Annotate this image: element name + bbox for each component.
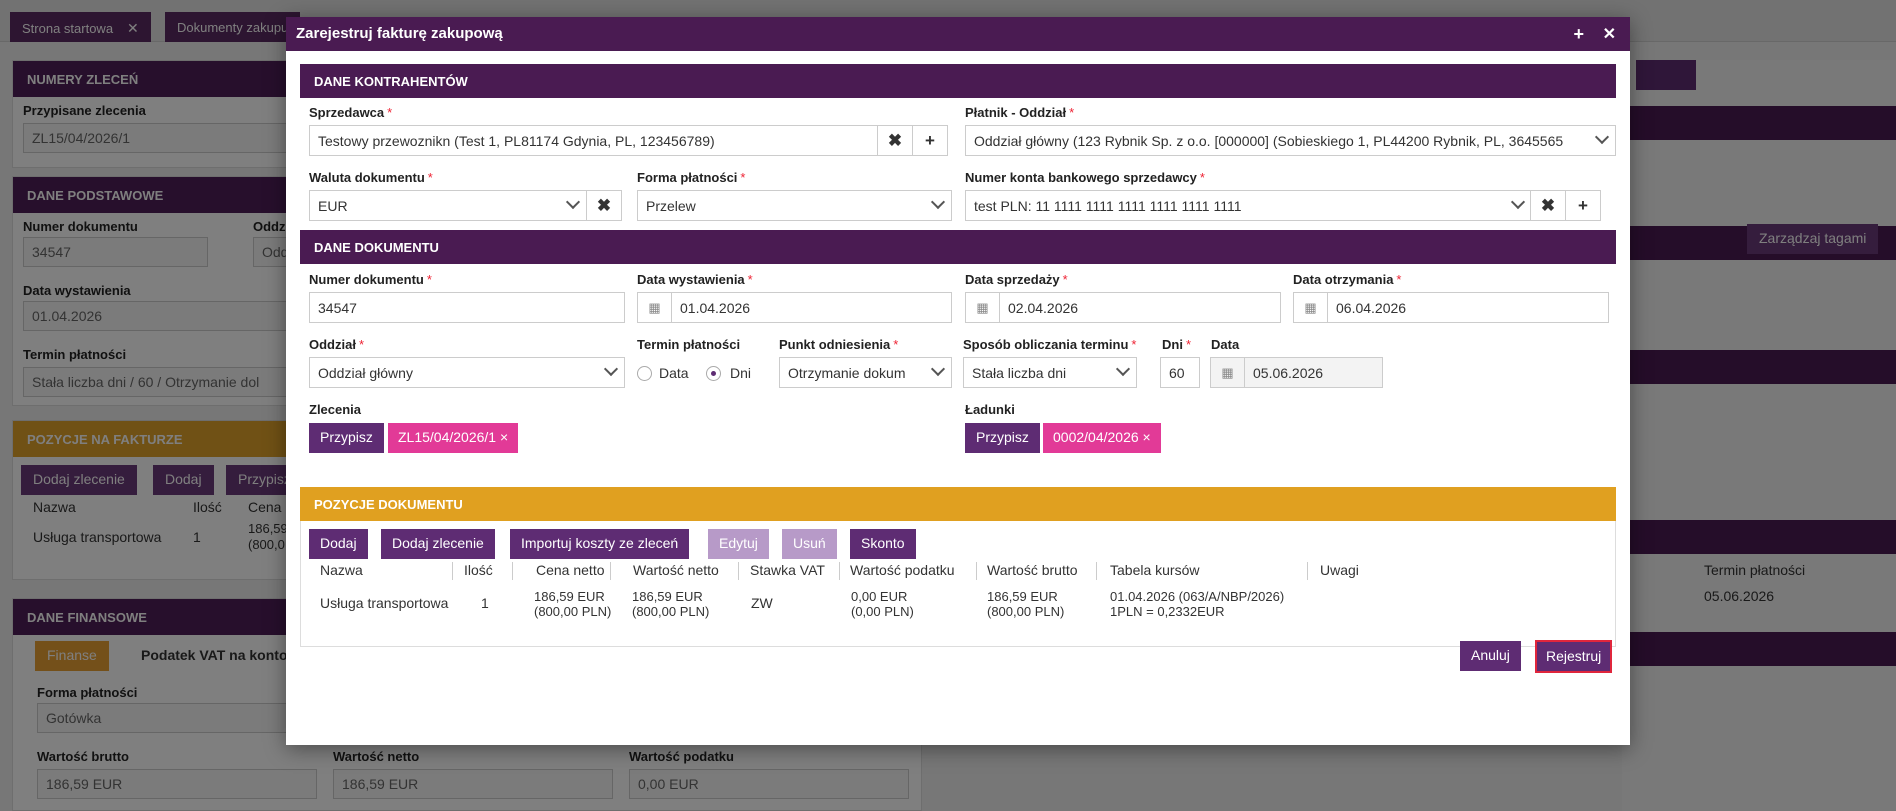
clear-waluta-button[interactable]: ✖	[586, 190, 622, 221]
section-dane-kontrahentow: DANE KONTRAHENTÓW	[300, 64, 1616, 98]
sposob-label: Sposób obliczania terminu *	[963, 337, 1137, 352]
numer-dokumentu-input[interactable]: 34547	[309, 292, 625, 323]
edytuj-button[interactable]: Edytuj	[708, 529, 769, 559]
chevron-down-icon	[1594, 129, 1610, 145]
data-sprzedazy-input[interactable]: ▦ 02.04.2026	[965, 292, 1281, 323]
numer-dokumentu-label: Numer dokumentu *	[309, 272, 432, 287]
radio-data[interactable]	[637, 366, 652, 381]
clear-konto-button[interactable]: ✖	[1530, 190, 1566, 221]
data-sprzedazy-label: Data sprzedaży *	[965, 272, 1068, 287]
col-header-cena-netto[interactable]: Cena netto	[536, 562, 605, 578]
data-otrzymania-input[interactable]: ▦ 06.04.2026	[1293, 292, 1609, 323]
konto-label: Numer konta bankowego sprzedawcy *	[965, 170, 1205, 185]
col-header-uwagi[interactable]: Uwagi	[1320, 562, 1359, 578]
calendar-icon[interactable]: ▦	[1294, 293, 1328, 322]
section-dane-dokumentu: DANE DOKUMENTU	[300, 230, 1616, 264]
add-sprzedawca-button[interactable]: +	[912, 125, 948, 156]
calendar-icon[interactable]: ▦	[638, 293, 672, 322]
sprzedawca-label: Sprzedawca *	[309, 105, 393, 120]
calendar-icon[interactable]: ▦	[966, 293, 1000, 322]
importuj-koszty-button[interactable]: Importuj koszty ze zleceń	[510, 529, 690, 559]
punkt-odniesienia-label: Punkt odniesienia *	[779, 337, 899, 352]
data-otrzymania-label: Data otrzymania *	[1293, 272, 1402, 287]
modal-title-bar: Zarejestruj fakturę zakupową + ✕	[286, 17, 1630, 51]
sprzedawca-field[interactable]: Testowy przewoznikn (Test 1, PL81174 Gdy…	[309, 125, 878, 156]
forma-platnosci-select[interactable]: Przelew	[637, 190, 952, 221]
chevron-down-icon	[565, 194, 581, 210]
przypisz-ladunek-button[interactable]: Przypisz	[965, 423, 1040, 453]
dodaj-zlecenie-button[interactable]: Dodaj zlecenie	[381, 529, 495, 559]
data-wystawienia-input[interactable]: ▦ 01.04.2026	[637, 292, 952, 323]
col-header-wartosc-netto[interactable]: Wartość netto	[633, 562, 719, 578]
col-header-stawka-vat[interactable]: Stawka VAT	[750, 562, 825, 578]
clear-sprzedawca-button[interactable]: ✖	[877, 125, 913, 156]
radio-dni[interactable]	[706, 366, 721, 381]
zlecenie-chip[interactable]: ZL15/04/2026/1 ×	[388, 423, 519, 453]
data-wystawienia-label: Data wystawienia *	[637, 272, 753, 287]
register-invoice-modal: Zarejestruj fakturę zakupową + ✕ DANE KO…	[286, 17, 1630, 745]
dni-input[interactable]: 60	[1160, 357, 1200, 388]
oddzial-label: Oddział *	[309, 337, 365, 352]
rejestruj-button[interactable]: Rejestruj	[1535, 640, 1613, 673]
termin-platnosci-label: Termin płatności	[637, 337, 741, 352]
konto-select[interactable]: test PLN: 11 1111 1111 1111 1111 1111 11…	[965, 190, 1532, 221]
skonto-button[interactable]: Skonto	[850, 529, 916, 559]
ladunki-label: Ładunki	[965, 402, 1015, 417]
waluta-select[interactable]: EUR	[309, 190, 587, 221]
sposob-select[interactable]: Stała liczba dni	[963, 357, 1137, 388]
punkt-odniesienia-select[interactable]: Otrzymanie dokum	[779, 357, 952, 388]
zlecenia-label: Zlecenia	[309, 402, 362, 417]
col-header-tabela-kursow[interactable]: Tabela kursów	[1110, 562, 1200, 578]
data-termin-input[interactable]: ▦ 05.06.2026	[1210, 357, 1383, 388]
col-header-wartosc-podatku[interactable]: Wartość podatku	[850, 562, 955, 578]
platnik-select[interactable]: Oddział główny (123 Rybnik Sp. z o.o. [0…	[965, 125, 1616, 156]
add-konto-button[interactable]: +	[1565, 190, 1601, 221]
chevron-down-icon	[1115, 361, 1131, 377]
chevron-down-icon	[930, 361, 946, 377]
chevron-down-icon	[603, 361, 619, 377]
col-header-wartosc-brutto[interactable]: Wartość brutto	[987, 562, 1078, 578]
modal-title: Zarejestruj fakturę zakupową	[296, 25, 503, 42]
section-pozycje-dokumentu: POZYCJE DOKUMENTU	[300, 487, 1616, 521]
forma-platnosci-label: Forma płatności *	[637, 170, 746, 185]
oddzial-select[interactable]: Oddział główny	[309, 357, 625, 388]
platnik-label: Płatnik - Oddział *	[965, 105, 1075, 120]
waluta-label: Waluta dokumentu *	[309, 170, 433, 185]
anuluj-button[interactable]: Anuluj	[1460, 641, 1521, 671]
dodaj-button[interactable]: Dodaj	[309, 529, 368, 559]
chevron-down-icon	[1510, 194, 1526, 210]
przypisz-zlecenie-button[interactable]: Przypisz	[309, 423, 384, 453]
chevron-down-icon	[930, 194, 946, 210]
col-header-nazwa[interactable]: Nazwa	[320, 562, 363, 578]
col-header-ilosc[interactable]: Ilość	[464, 562, 493, 578]
data-label: Data	[1211, 337, 1240, 352]
close-icon[interactable]: ✕	[1603, 24, 1616, 44]
ladunek-chip[interactable]: 0002/04/2026 ×	[1043, 423, 1161, 453]
usun-button[interactable]: Usuń	[782, 529, 837, 559]
calendar-icon[interactable]: ▦	[1211, 358, 1245, 387]
dni-label: Dni *	[1162, 337, 1192, 352]
maximize-icon[interactable]: +	[1573, 24, 1584, 45]
